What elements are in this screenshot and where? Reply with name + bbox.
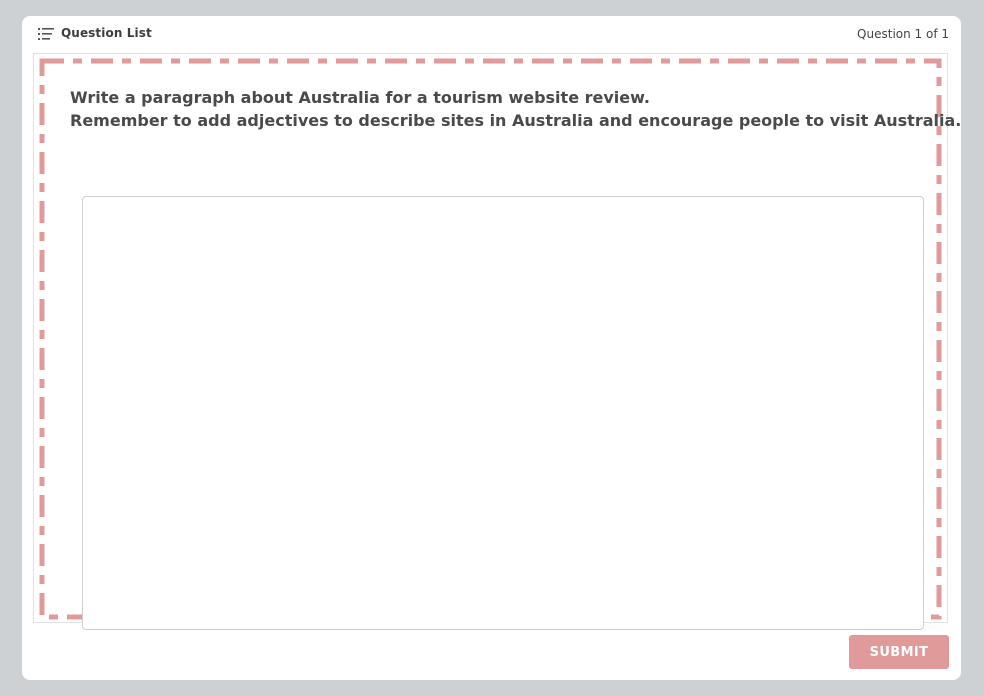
- prompt-line-2: Remember to add adjectives to describe s…: [70, 111, 962, 130]
- list-icon: [38, 26, 54, 40]
- question-prompt: Write a paragraph about Australia for a …: [70, 86, 962, 132]
- question-card: Question List Question 1 of 1 Write a pa…: [22, 16, 961, 680]
- question-panel: Write a paragraph about Australia for a …: [33, 53, 962, 630]
- question-list-label: Question List: [61, 26, 152, 40]
- submit-button[interactable]: SUBMIT: [849, 635, 949, 669]
- question-counter: Question 1 of 1: [857, 27, 949, 41]
- answer-textarea[interactable]: [82, 196, 924, 630]
- question-list-button[interactable]: Question List: [38, 26, 152, 40]
- card-header: Question List Question 1 of 1: [22, 16, 961, 52]
- prompt-line-1: Write a paragraph about Australia for a …: [70, 88, 650, 107]
